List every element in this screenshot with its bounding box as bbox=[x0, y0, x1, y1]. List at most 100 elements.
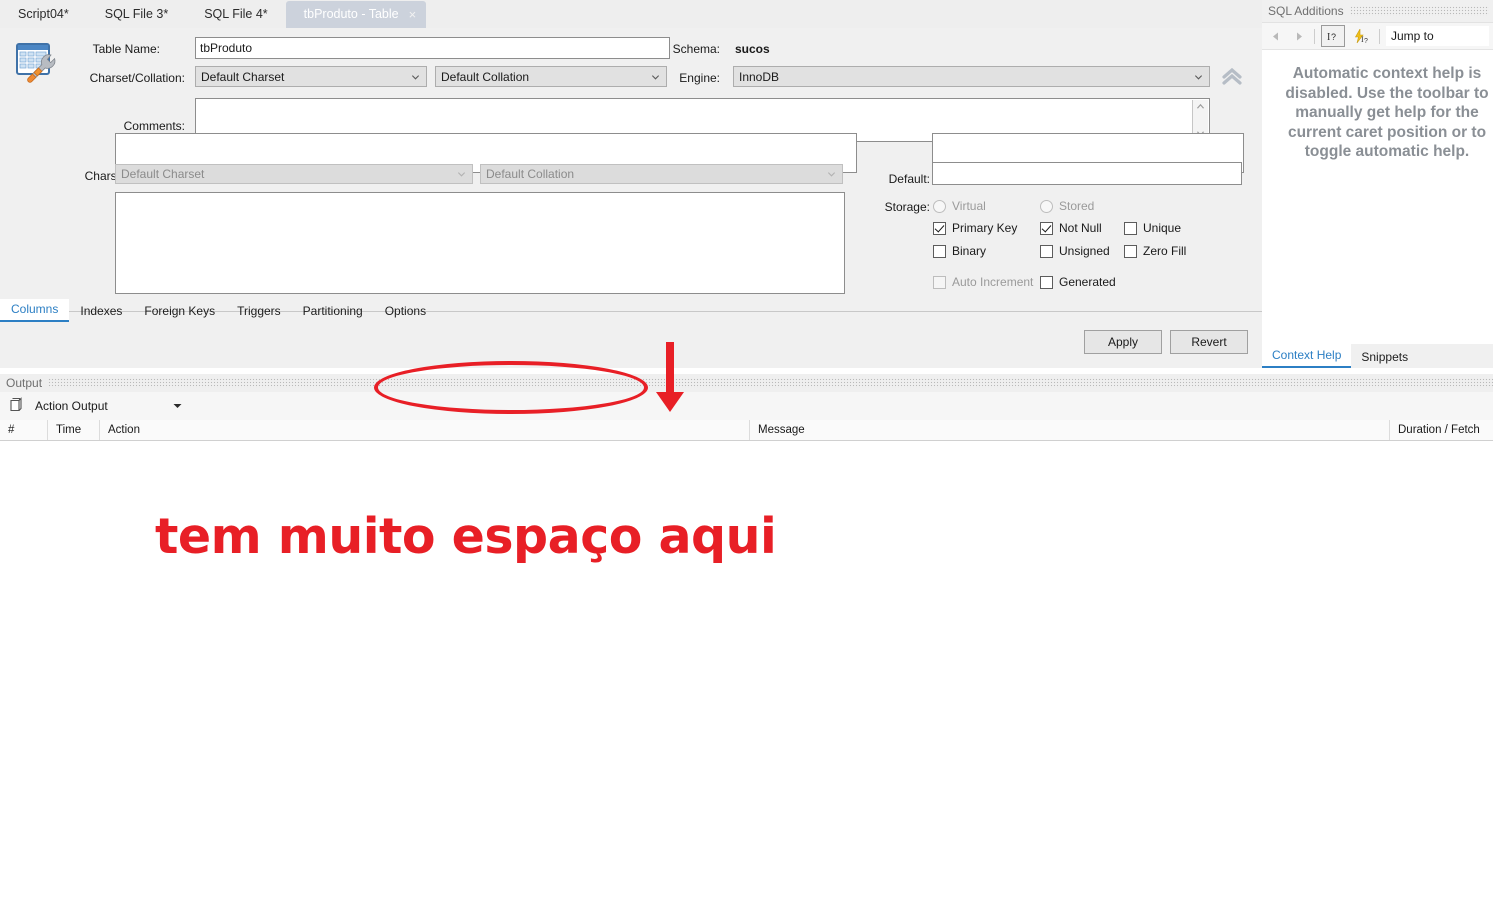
panel-grip-icon[interactable] bbox=[1349, 6, 1489, 16]
svg-text:?: ? bbox=[1364, 38, 1368, 44]
column-collation-select[interactable]: Default Collation bbox=[480, 164, 843, 184]
collapse-section-button[interactable] bbox=[1220, 64, 1244, 88]
apply-button[interactable]: Apply bbox=[1084, 330, 1162, 354]
editor-tab-label: SQL File 3* bbox=[104, 7, 169, 21]
editor-tab-strip: Script04* SQL File 3* SQL File 4* tbProd… bbox=[0, 0, 1262, 29]
table-editor-panel: Table Name: Charset/Collation: Default C… bbox=[0, 28, 1263, 368]
checkbox-primary-key-icon[interactable] bbox=[933, 221, 946, 235]
tab-label: Options bbox=[384, 304, 427, 318]
option-label: Generated bbox=[1059, 275, 1116, 289]
column-header-duration-fetch[interactable]: Duration / Fetch bbox=[1390, 420, 1493, 440]
column-header-number[interactable]: # bbox=[0, 420, 48, 440]
checkbox-zero-fill-icon[interactable] bbox=[1124, 244, 1137, 258]
table-charset-value: Default Charset bbox=[201, 69, 285, 84]
annotation-arrow-icon bbox=[656, 342, 684, 412]
column-comments-textarea[interactable] bbox=[115, 192, 845, 294]
jump-to-input[interactable]: Jump to bbox=[1386, 26, 1489, 46]
tab-snippets[interactable]: Snippets bbox=[1351, 346, 1418, 368]
table-editor-sub-tabs: Columns Indexes Foreign Keys Triggers Pa… bbox=[0, 299, 1262, 322]
checkbox-unsigned-icon[interactable] bbox=[1040, 244, 1053, 258]
help-line: toggle automatic help. bbox=[1304, 143, 1470, 160]
tab-foreign-keys[interactable]: Foreign Keys bbox=[133, 301, 226, 322]
column-header-label: Time bbox=[56, 424, 82, 436]
sql-additions-tabs: Context Help Snippets bbox=[1262, 344, 1493, 368]
column-header-time[interactable]: Time bbox=[48, 420, 100, 440]
option-zero-fill[interactable]: Zero Fill bbox=[1124, 244, 1186, 258]
apply-button-label: Apply bbox=[1107, 335, 1139, 349]
revert-button-label: Revert bbox=[1191, 335, 1227, 349]
column-header-label: # bbox=[8, 424, 15, 436]
table-charset-select[interactable]: Default Charset bbox=[195, 66, 427, 87]
editor-tab-sql-file-3[interactable]: SQL File 3* bbox=[87, 1, 186, 28]
context-help-icon[interactable]: I ? bbox=[1321, 25, 1345, 47]
output-title: Output bbox=[6, 376, 43, 390]
column-header-message[interactable]: Message bbox=[750, 420, 1390, 440]
storage-label: Storage: bbox=[884, 200, 930, 214]
forward-arrow-icon[interactable] bbox=[1290, 27, 1308, 45]
checkbox-generated-icon[interactable] bbox=[1040, 275, 1053, 289]
column-charset-select[interactable]: Default Charset bbox=[115, 164, 473, 184]
tab-columns[interactable]: Columns bbox=[0, 299, 70, 322]
radio-virtual-icon[interactable] bbox=[933, 199, 946, 213]
option-primary-key[interactable]: Primary Key bbox=[933, 221, 1017, 235]
output-type-select[interactable]: Action Output bbox=[31, 397, 186, 415]
option-auto-increment[interactable]: Auto Increment bbox=[933, 275, 1033, 289]
output-copy-icon[interactable] bbox=[8, 396, 24, 416]
revert-button[interactable]: Revert bbox=[1170, 330, 1248, 354]
option-unsigned[interactable]: Unsigned bbox=[1040, 244, 1110, 258]
column-header-action[interactable]: Action bbox=[100, 420, 750, 440]
option-binary[interactable]: Binary bbox=[933, 244, 986, 258]
editor-tab-script04[interactable]: Script04* bbox=[0, 1, 87, 28]
chevron-down-icon bbox=[173, 404, 182, 408]
tab-partitioning[interactable]: Partitioning bbox=[292, 301, 374, 322]
checkbox-not-null-icon[interactable] bbox=[1040, 221, 1053, 235]
editor-tab-label: Script04* bbox=[18, 7, 69, 21]
editor-tab-label: SQL File 4* bbox=[204, 7, 268, 21]
option-label: Virtual bbox=[952, 199, 986, 213]
table-comments-label: Comments: bbox=[123, 119, 185, 133]
table-name-input[interactable] bbox=[195, 37, 670, 59]
output-toolbar: Action Output bbox=[0, 392, 1493, 421]
back-arrow-icon[interactable] bbox=[1266, 27, 1284, 45]
editor-tab-tbproduto-table[interactable]: tbProduto - Table × bbox=[285, 1, 427, 28]
tab-context-help[interactable]: Context Help bbox=[1262, 344, 1352, 368]
column-charset-value: Default Charset bbox=[121, 167, 205, 181]
panel-grip-icon[interactable] bbox=[48, 378, 1493, 388]
jump-to-label: Jump to bbox=[1391, 29, 1434, 43]
tab-options[interactable]: Options bbox=[374, 301, 437, 322]
auto-help-toggle-icon[interactable]: I ? bbox=[1351, 26, 1373, 46]
tab-indexes[interactable]: Indexes bbox=[69, 301, 133, 322]
editor-action-buttons: Apply Revert bbox=[1084, 330, 1248, 354]
tab-label: Partitioning bbox=[302, 304, 363, 318]
tab-label: Columns bbox=[11, 302, 59, 316]
option-label: Binary bbox=[952, 244, 987, 258]
engine-label: Engine: bbox=[679, 71, 720, 85]
tab-triggers[interactable]: Triggers bbox=[226, 301, 292, 322]
table-name-label: Table Name: bbox=[92, 42, 160, 56]
checkbox-unique-icon[interactable] bbox=[1124, 221, 1137, 235]
checkbox-binary-icon[interactable] bbox=[933, 244, 946, 258]
sql-additions-panel: SQL Additions I ? I ? Jump to Automatic … bbox=[1262, 0, 1493, 368]
output-table-header: # Time Action Message Duration / Fetch bbox=[0, 420, 1493, 441]
column-header-label: Duration / Fetch bbox=[1398, 424, 1480, 436]
radio-stored-icon[interactable] bbox=[1040, 199, 1053, 213]
editor-tab-sql-file-4[interactable]: SQL File 4* bbox=[186, 1, 285, 28]
chevron-down-icon bbox=[411, 74, 420, 80]
option-generated[interactable]: Generated bbox=[1040, 275, 1116, 289]
option-unique[interactable]: Unique bbox=[1124, 221, 1181, 235]
option-virtual[interactable]: Virtual bbox=[933, 199, 986, 213]
editor-tab-label: tbProduto - Table bbox=[303, 7, 399, 21]
chevron-up-icon[interactable] bbox=[1196, 103, 1205, 110]
close-icon[interactable]: × bbox=[409, 8, 417, 21]
default-input[interactable] bbox=[932, 162, 1242, 185]
option-not-null[interactable]: Not Null bbox=[1040, 221, 1102, 235]
engine-select[interactable]: InnoDB bbox=[733, 66, 1210, 87]
option-stored[interactable]: Stored bbox=[1040, 199, 1094, 213]
option-label: Primary Key bbox=[952, 221, 1018, 235]
help-line: disabled. Use the toolbar to bbox=[1285, 84, 1489, 102]
table-charset-label: Charset/Collation: bbox=[89, 71, 185, 85]
svg-text:?: ? bbox=[1331, 32, 1336, 42]
checkbox-auto-increment-icon[interactable] bbox=[933, 275, 946, 289]
option-label: Unique bbox=[1143, 221, 1182, 235]
tab-label: Snippets bbox=[1361, 350, 1409, 364]
